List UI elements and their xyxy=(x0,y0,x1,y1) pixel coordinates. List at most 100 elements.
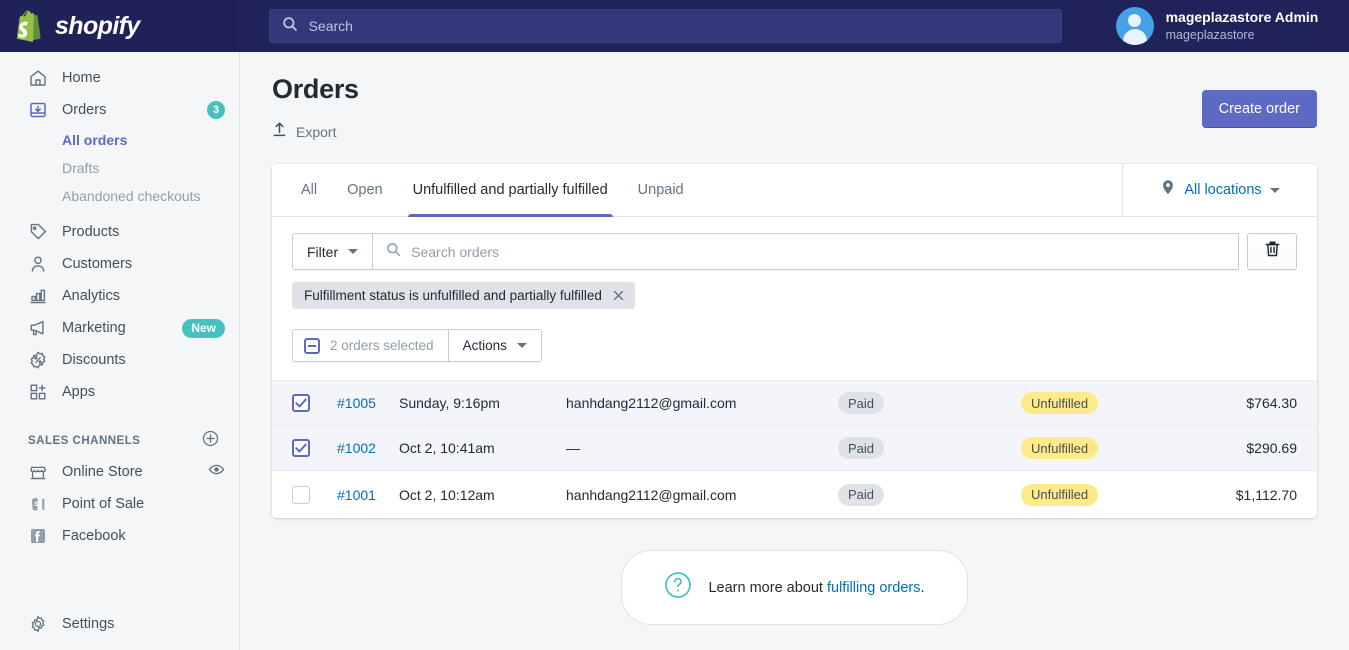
indeterminate-checkbox-icon xyxy=(304,337,320,354)
chevron-down-icon xyxy=(516,343,527,348)
help-text-prefix: Learn more about xyxy=(708,579,827,596)
order-date: Oct 2, 10:12am xyxy=(399,486,495,503)
user-name: mageplazastore Admin xyxy=(1165,9,1319,26)
chevron-down-icon xyxy=(1269,187,1280,193)
row-checkbox[interactable] xyxy=(292,439,310,457)
status-badge-fulfillment: Unfulfilled xyxy=(1021,483,1099,506)
sidebar-footer: Settings xyxy=(0,608,239,650)
order-customer-email: — xyxy=(566,440,580,456)
shopify-logo[interactable]: shopify xyxy=(0,0,237,52)
sidebar-item-products[interactable]: Products xyxy=(0,216,239,248)
order-number-link[interactable]: #1002 xyxy=(337,440,399,456)
filter-chip-label: Fulfillment status is unfulfilled and pa… xyxy=(304,288,602,303)
customers-person-icon xyxy=(28,254,48,274)
create-order-button[interactable]: Create order xyxy=(1201,90,1317,128)
user-store-name: mageplazastore xyxy=(1165,28,1255,42)
row-checkbox[interactable] xyxy=(292,394,310,412)
orders-count-badge: 3 xyxy=(207,101,225,119)
sidebar-item-apps[interactable]: Apps xyxy=(0,376,239,408)
fulfillment-status-cell: Unfulfilled xyxy=(1021,392,1187,414)
sidebar-label-facebook: Facebook xyxy=(62,528,126,544)
orders-tabs: All Open Unfulfilled and partially fulfi… xyxy=(272,164,1122,217)
sidebar-label-settings: Settings xyxy=(62,616,115,632)
sidebar-item-drafts[interactable]: Drafts xyxy=(62,154,239,182)
filter-row: Filter Search orders xyxy=(292,233,1297,270)
payment-status-cell: Paid xyxy=(838,437,1021,459)
sidebar-item-online-store[interactable]: Online Store xyxy=(0,456,239,488)
sidebar-label-online-store: Online Store xyxy=(62,464,143,480)
marketing-new-badge: New xyxy=(182,318,225,338)
export-label: Export xyxy=(296,123,337,140)
top-bar: shopify Search mageplazastore Admin mage… xyxy=(0,0,1349,52)
table-row[interactable]: #1001 Oct 2, 10:12am hanhdang2112@gmail.… xyxy=(272,470,1317,518)
main-content: Orders Export Create order All Open Unfu… xyxy=(240,52,1349,650)
status-badge-fulfillment: Unfulfilled xyxy=(1021,437,1099,459)
search-orders-input[interactable]: Search orders xyxy=(373,233,1239,270)
sidebar-item-point-of-sale[interactable]: S Point of Sale xyxy=(0,488,239,520)
sidebar-item-marketing[interactable]: Marketing New xyxy=(0,312,239,344)
tab-open[interactable]: Open xyxy=(332,164,397,216)
sidebar-item-customers[interactable]: Customers xyxy=(0,248,239,280)
trash-icon xyxy=(1264,240,1281,263)
shopify-wordmark: shopify xyxy=(55,11,140,40)
user-menu[interactable]: mageplazastore Admin mageplazastore xyxy=(1093,0,1349,52)
tab-unfulfilled-and-partially-fulfilled[interactable]: Unfulfilled and partially fulfilled xyxy=(398,164,623,217)
help-text: Learn more about fulfilling orders. xyxy=(708,580,924,596)
sidebar-item-home[interactable]: Home xyxy=(0,62,239,94)
top-bar-search-area: Search xyxy=(236,0,1094,52)
facebook-icon xyxy=(28,526,48,546)
tab-all[interactable]: All xyxy=(286,164,332,216)
gear-icon xyxy=(28,614,48,634)
order-total: $290.69 xyxy=(1246,440,1297,456)
bulk-actions-row: 2 orders selected Actions xyxy=(272,309,1317,362)
sidebar-item-discounts[interactable]: Discounts xyxy=(0,344,239,376)
sidebar-item-facebook[interactable]: Facebook xyxy=(0,520,239,552)
sidebar-label-apps: Apps xyxy=(62,384,96,400)
shopify-bag-icon xyxy=(16,10,46,42)
sidebar-label-discounts: Discounts xyxy=(62,352,126,368)
order-customer-email: hanhdang2112@gmail.com xyxy=(566,486,737,503)
page-header-left: Orders Export xyxy=(272,74,1202,142)
sidebar-item-settings[interactable]: Settings xyxy=(0,608,239,640)
status-badge-fulfillment: Unfulfilled xyxy=(1021,392,1099,414)
plus-circle-icon[interactable] xyxy=(202,430,219,452)
point-of-sale-icon: S xyxy=(28,494,48,514)
table-row[interactable]: #1002 Oct 2, 10:41am — Paid Unfulfilled … xyxy=(272,425,1317,470)
global-search-input[interactable]: Search xyxy=(268,9,1062,43)
table-row[interactable]: #1005 Sunday, 9:16pm hanhdang2112@gmail.… xyxy=(272,380,1317,425)
fulfillment-status-cell: Unfulfilled xyxy=(1021,437,1187,459)
eye-icon[interactable] xyxy=(208,461,225,483)
sidebar-item-orders[interactable]: Orders 3 xyxy=(0,94,239,126)
export-button[interactable]: Export xyxy=(272,121,1202,142)
order-number-link[interactable]: #1005 xyxy=(337,395,399,411)
bulk-selection-toggle[interactable]: 2 orders selected xyxy=(293,330,449,361)
order-number-link[interactable]: #1001 xyxy=(337,487,399,503)
order-total: $1,112.70 xyxy=(1235,486,1297,503)
status-badge-payment: Paid xyxy=(838,392,885,414)
help-footer: Learn more about fulfilling orders. xyxy=(272,550,1317,625)
filter-button[interactable]: Filter xyxy=(292,233,374,270)
bulk-actions-button[interactable]: Actions xyxy=(448,330,541,361)
page-header: Orders Export Create order xyxy=(272,52,1317,142)
orders-card: All Open Unfulfilled and partially fulfi… xyxy=(272,164,1317,518)
filter-chip[interactable]: Fulfillment status is unfulfilled and pa… xyxy=(292,282,635,309)
payment-status-cell: Paid xyxy=(838,483,1021,506)
chevron-down-icon xyxy=(348,249,359,254)
online-store-icon xyxy=(28,462,48,482)
delete-view-button[interactable] xyxy=(1247,233,1297,270)
help-text-suffix: . xyxy=(920,579,925,596)
sidebar-item-analytics[interactable]: Analytics xyxy=(0,280,239,312)
app-body: Home Orders 3 All orders Drafts Abandone… xyxy=(0,52,1349,650)
sidebar-item-all-orders[interactable]: All orders xyxy=(62,126,239,154)
discounts-percent-icon xyxy=(28,350,48,370)
fulfilling-orders-link[interactable]: fulfilling orders xyxy=(827,580,921,596)
sidebar-label-point-of-sale: Point of Sale xyxy=(62,496,145,512)
sidebar-item-abandoned-checkouts[interactable]: Abandoned checkouts xyxy=(62,182,239,210)
tab-unpaid[interactable]: Unpaid xyxy=(623,164,699,216)
analytics-bars-icon xyxy=(28,286,48,306)
close-icon[interactable] xyxy=(612,289,625,302)
row-checkbox[interactable] xyxy=(292,485,310,504)
location-filter[interactable]: All locations xyxy=(1122,164,1317,216)
page-title: Orders xyxy=(272,74,359,104)
